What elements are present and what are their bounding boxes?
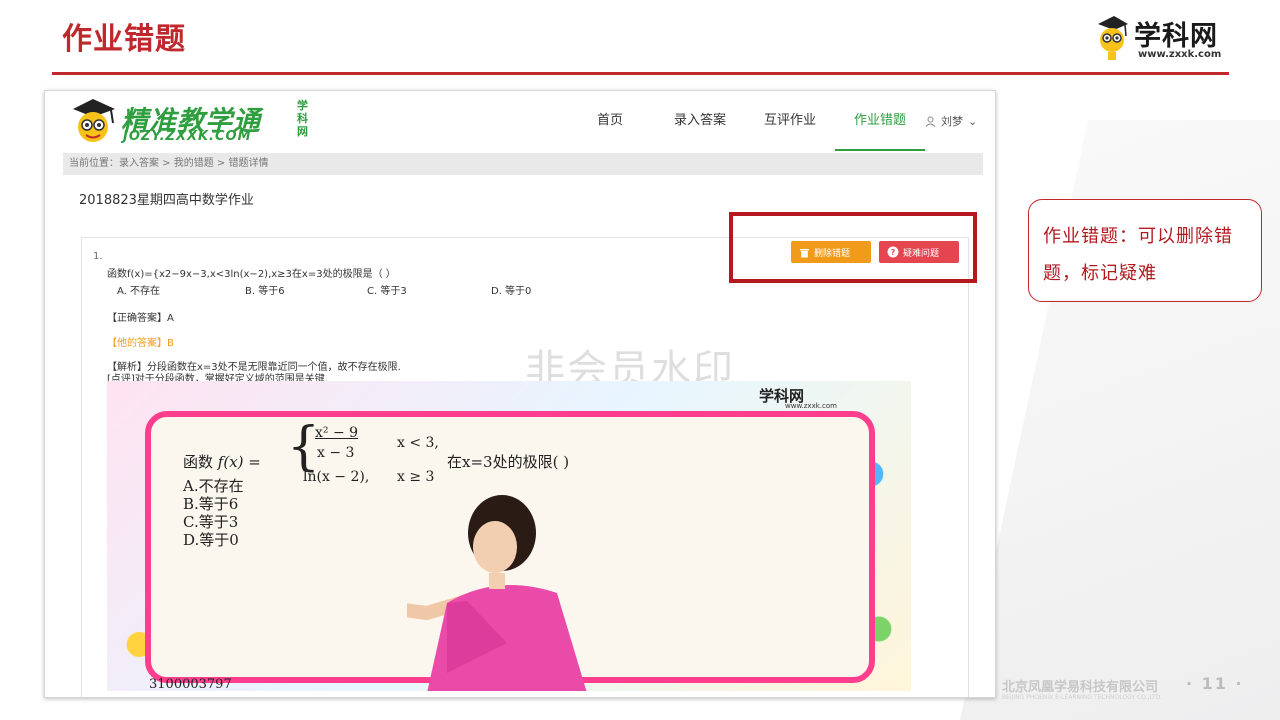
- user-name: 刘梦: [941, 115, 963, 128]
- app-screenshot: 精准教学通 JOZY.ZXXK.COM 学科网 首页 录入答案 互评作业 作业错…: [44, 90, 996, 698]
- footer-company: 北京凤凰学易科技有限公司: [1002, 680, 1159, 695]
- formula-prefix: 函数 f(x) =: [183, 451, 261, 472]
- app-header: 精准教学通 JOZY.ZXXK.COM 学科网 首页 录入答案 互评作业 作业错…: [45, 91, 995, 151]
- teacher-figure: [407, 495, 587, 691]
- annotation-note: 作业错题：可以删除错题，标记疑难: [1028, 199, 1262, 302]
- annotation-note-text: 作业错题：可以删除错题，标记疑难: [1043, 226, 1233, 284]
- breadcrumb: 当前位置：录入答案 > 我的错题 > 错题详情: [63, 153, 983, 175]
- homework-title: 2018823星期四高中数学作业: [79, 193, 254, 208]
- brand-name: 学科网: [1134, 21, 1218, 52]
- formula-suffix: 在x=3处的极限( ): [447, 453, 570, 471]
- his-answer: 【他的答案】B: [107, 338, 174, 349]
- video-brand-url: www.zxxk.com: [785, 402, 837, 410]
- nav-home[interactable]: 首页: [565, 91, 655, 151]
- title-divider: [52, 72, 1229, 75]
- option-d: D. 等于0: [491, 286, 532, 297]
- nav-enter-answers[interactable]: 录入答案: [655, 91, 745, 151]
- formula-case2: ln(x − 2),: [303, 469, 370, 485]
- app-logo-side: 学科网: [297, 99, 308, 138]
- formula-case1-denominator: x − 3: [317, 445, 355, 461]
- footer-company-en: BEIJING PHOENIX E-LEARNING TECHNOLOGY CO…: [1002, 694, 1163, 701]
- slide-title: 作业错题: [62, 22, 186, 57]
- correct-answer: 【正确答案】A: [107, 313, 174, 324]
- option-b: B. 等于6: [245, 286, 285, 297]
- formula-case1-numerator: x² − 9: [315, 425, 359, 441]
- app-logo[interactable]: 精准教学通 JOZY.ZXXK.COM 学科网: [71, 97, 321, 147]
- question-number: 1.: [93, 251, 103, 262]
- brand-url: www.zxxk.com: [1138, 49, 1222, 60]
- video-option-d: D.等于0: [183, 531, 239, 549]
- option-a: A. 不存在: [117, 286, 161, 297]
- formula-case1-condition: x < 3,: [397, 435, 439, 451]
- main-nav: 首页 录入答案 互评作业 作业错题: [565, 91, 925, 151]
- page-number: · 11 ·: [1186, 674, 1244, 693]
- user-icon: [925, 116, 936, 127]
- mascot-icon: [1098, 16, 1128, 60]
- video-player[interactable]: 学科网 www.zxxk.com 函数 f(x) = { x² − 9 x − …: [107, 381, 911, 691]
- chevron-down-icon: ⌄: [968, 114, 978, 128]
- app-logo-subtitle: JOZY.ZXXK.COM: [123, 129, 252, 144]
- option-c: C. 等于3: [367, 286, 407, 297]
- nav-peer-review[interactable]: 互评作业: [745, 91, 835, 151]
- mascot-icon: [73, 99, 115, 142]
- brand-logo: 学科网 www.zxxk.com: [1094, 12, 1234, 62]
- highlight-box: [729, 212, 977, 283]
- formula-prefix-text: 函数: [183, 453, 214, 471]
- nav-wrong-questions[interactable]: 作业错题: [835, 91, 925, 151]
- user-menu[interactable]: 刘梦 ⌄: [925, 113, 977, 129]
- formula-case2-condition: x ≥ 3: [397, 469, 435, 485]
- formula-function: f(x) =: [217, 453, 261, 471]
- video-caption: 3100003797: [149, 677, 232, 691]
- question-text: 函数f(x)={x2−9x−3,x<3ln(x−2),x≥3在x=3处的极限是（…: [107, 269, 396, 280]
